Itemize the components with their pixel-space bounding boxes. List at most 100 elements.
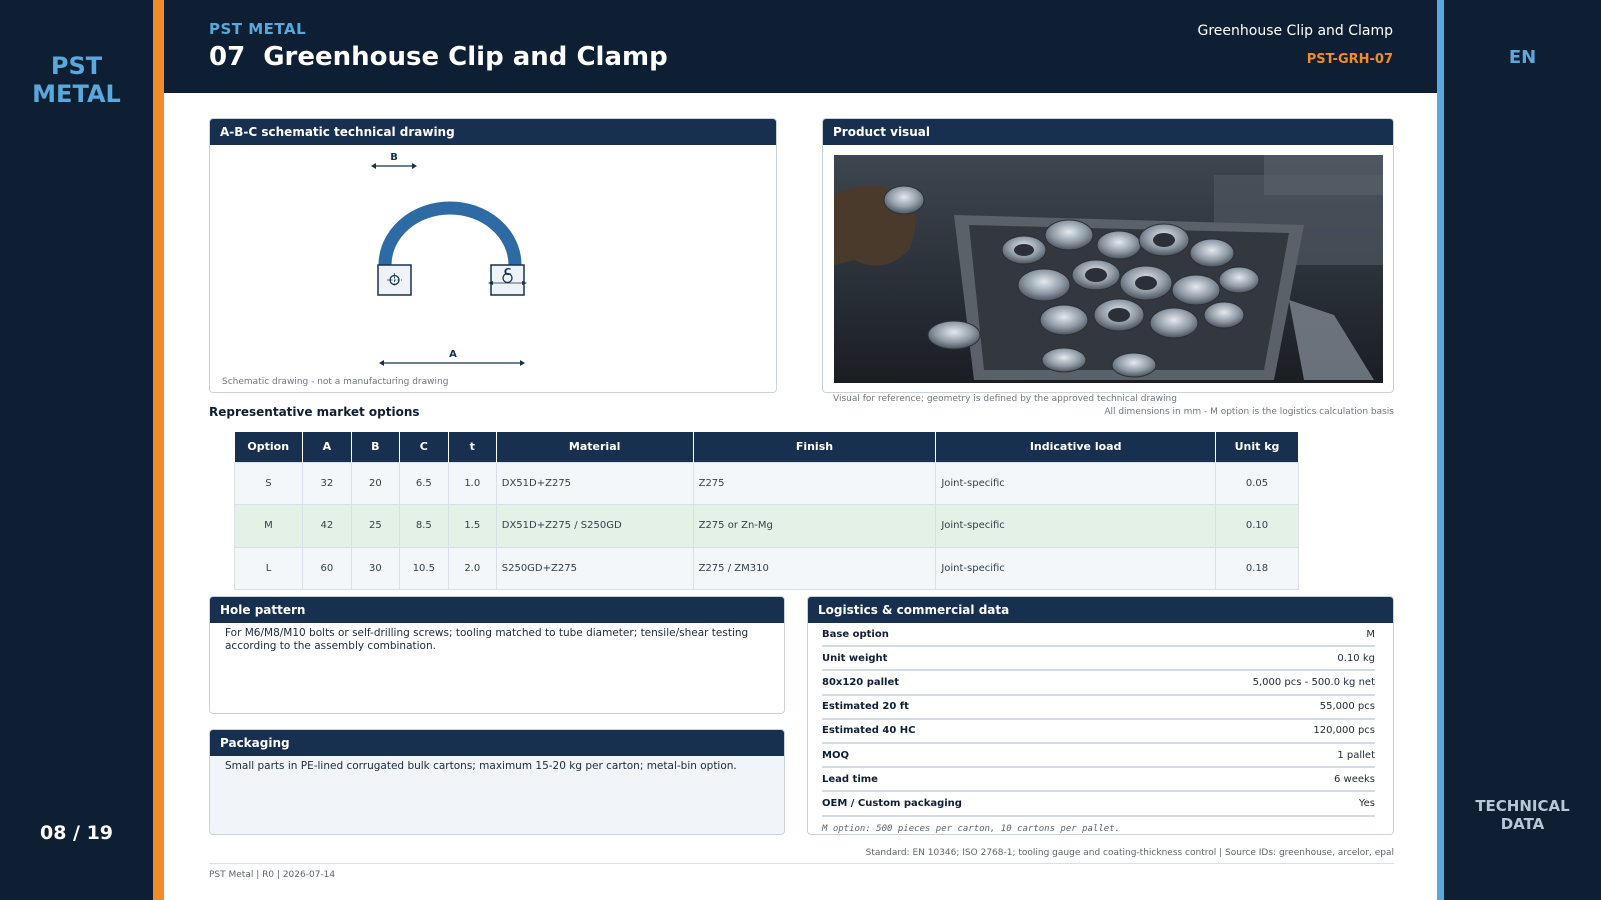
cell-load: Joint-specific — [935, 546, 1217, 590]
cell-b: 30 — [350, 546, 400, 590]
product-visual-heading: Product visual — [823, 119, 1393, 145]
col-header-unit-kg: Unit kg — [1215, 432, 1299, 462]
header-kicker: PST METAL — [209, 20, 307, 38]
product-photo — [834, 155, 1383, 383]
cell-load: Joint-specific — [935, 504, 1217, 548]
col-header-t: t — [448, 432, 497, 462]
logistics-value: 1 pallet — [1337, 749, 1375, 761]
cell-material: S250GD+Z275 — [495, 546, 694, 590]
brand-logo: PST METAL — [0, 52, 153, 108]
options-table: Option A B C t Material Finish Indicativ… — [234, 432, 1299, 590]
product-number: 07 — [209, 42, 246, 72]
cell-a: 60 — [301, 546, 352, 590]
standard-reference: Standard: EN 10346; ISO 2768-1; tooling … — [865, 848, 1394, 858]
cell-unit-kg: 0.05 — [1215, 461, 1299, 505]
product-code: PST-GRH-07 — [1306, 52, 1393, 67]
dimension-c-label: C — [504, 267, 511, 278]
packaging-heading: Packaging — [210, 730, 784, 756]
logistics-value: Yes — [1358, 797, 1375, 809]
logistics-value: 120,000 pcs — [1313, 725, 1375, 737]
logistics-value: 0.10 kg — [1337, 652, 1375, 664]
col-header-a: A — [302, 432, 352, 462]
section-label-line-1: TECHNICAL — [1475, 797, 1570, 815]
dimension-a-label: A — [449, 349, 457, 360]
cell-t: 1.0 — [447, 461, 497, 505]
logistics-key: Estimated 20 ft — [822, 701, 909, 713]
packaging-panel: Packaging Small parts in PE-lined corrug… — [209, 729, 785, 835]
col-header-c: C — [399, 432, 449, 462]
hole-pattern-heading: Hole pattern — [210, 597, 784, 623]
cell-unit-kg: 0.10 — [1215, 504, 1299, 548]
section-label: TECHNICAL DATA — [1444, 797, 1601, 833]
dimension-a: A — [379, 349, 525, 366]
table-row-s: S 32 20 6.5 1.0 DX51D+Z275 Z275 Joint-sp… — [234, 461, 1299, 505]
dimension-b: B — [371, 152, 417, 169]
header-product-name: Greenhouse Clip and Clamp — [1197, 23, 1393, 39]
page-title: 07 Greenhouse Clip and Clamp — [209, 42, 668, 72]
cell-finish: Z275 or Zn-Mg — [692, 504, 937, 548]
cell-finish: Z275 / ZM310 — [692, 546, 937, 590]
cell-unit-kg: 0.18 — [1215, 546, 1299, 590]
product-title: Greenhouse Clip and Clamp — [263, 42, 668, 72]
options-header-row: Option A B C t Material Finish Indicativ… — [234, 432, 1299, 462]
right-rail — [1444, 0, 1601, 900]
schematic-drawing: B C A — [371, 152, 527, 366]
logistics-key: OEM / Custom packaging — [822, 797, 962, 809]
cell-c: 8.5 — [398, 504, 449, 548]
clamp-arc — [378, 201, 522, 266]
logistics-key: Estimated 40 HC — [822, 725, 916, 737]
logistics-row: Base option M — [822, 623, 1375, 648]
drawing-panel-heading: A-B-C schematic technical drawing — [210, 119, 776, 145]
col-header-b: B — [351, 432, 400, 462]
logistics-value: 55,000 pcs — [1319, 701, 1375, 713]
logistics-list: Base option M Unit weight 0.10 kg 80x120 p… — [808, 623, 1393, 817]
brand-line-1: PST — [50, 52, 103, 80]
cell-b: 20 — [350, 461, 400, 505]
col-header-finish: Finish — [693, 432, 937, 462]
cell-finish: Z275 — [692, 461, 937, 505]
logistics-row: MOQ 1 pallet — [822, 744, 1375, 769]
options-title: Representative market options — [209, 405, 420, 419]
table-row-l: L 60 30 10.5 2.0 S250GD+Z275 Z275 / ZM31… — [234, 546, 1299, 590]
cell-material: DX51D+Z275 / S250GD — [495, 504, 694, 548]
cell-c: 6.5 — [398, 461, 449, 505]
logistics-value: M — [1366, 628, 1375, 640]
cell-t: 1.5 — [447, 504, 497, 548]
table-row-m: M 42 25 8.5 1.5 DX51D+Z275 / S250GD Z275… — [234, 504, 1299, 548]
right-lug: C — [488, 264, 527, 296]
logistics-value: 6 weeks — [1333, 773, 1375, 785]
page-header: PST METAL 07 Greenhouse Clip and Clamp Gr… — [164, 0, 1437, 93]
packaging-text: Small parts in PE-lined corrugated bulk … — [225, 760, 737, 772]
cell-a: 42 — [301, 504, 352, 548]
logistics-row: Estimated 40 HC 120,000 pcs — [822, 720, 1375, 744]
logistics-key: Unit weight — [822, 652, 888, 664]
logistics-key: Lead time — [822, 773, 878, 785]
cell-option: M — [234, 504, 303, 548]
language-label: EN — [1508, 47, 1537, 68]
logistics-row: 80x120 pallet 5,000 pcs - 500.0 kg net — [822, 671, 1375, 696]
dimensions-note: All dimensions in mm - M option is the l… — [1104, 407, 1394, 417]
cell-option: S — [234, 461, 303, 505]
logistics-key: 80x120 pallet — [822, 676, 900, 688]
cell-t: 2.0 — [447, 546, 497, 590]
col-header-load: Indicative load — [935, 432, 1217, 462]
section-label-line-2: DATA — [1500, 815, 1545, 833]
page-counter: 08 / 19 — [39, 822, 114, 844]
logistics-row: OEM / Custom packaging Yes — [822, 792, 1375, 817]
logistics-row: Unit weight 0.10 kg — [822, 647, 1375, 672]
dimension-b-label: B — [390, 152, 398, 163]
logistics-panel: Logistics & commercial data Base option M… — [807, 596, 1394, 835]
cell-option: L — [234, 546, 303, 590]
col-header-option: Option — [234, 432, 303, 462]
logistics-key: Base option — [822, 628, 889, 640]
cell-load: Joint-specific — [935, 461, 1217, 505]
logistics-row: Estimated 20 ft 55,000 pcs — [822, 696, 1375, 720]
cell-a: 32 — [301, 461, 352, 505]
left-rail — [0, 0, 153, 900]
logistics-row: Lead time 6 weeks — [822, 768, 1375, 793]
logistics-note: M option: 500 pieces per carton, 10 cart… — [822, 823, 1121, 834]
cell-material: DX51D+Z275 — [495, 461, 694, 505]
left-lug — [377, 264, 412, 296]
brand-line-2: METAL — [32, 80, 121, 108]
hole-pattern-panel: Hole pattern For M6/M8/M10 bolts or self… — [209, 596, 785, 714]
